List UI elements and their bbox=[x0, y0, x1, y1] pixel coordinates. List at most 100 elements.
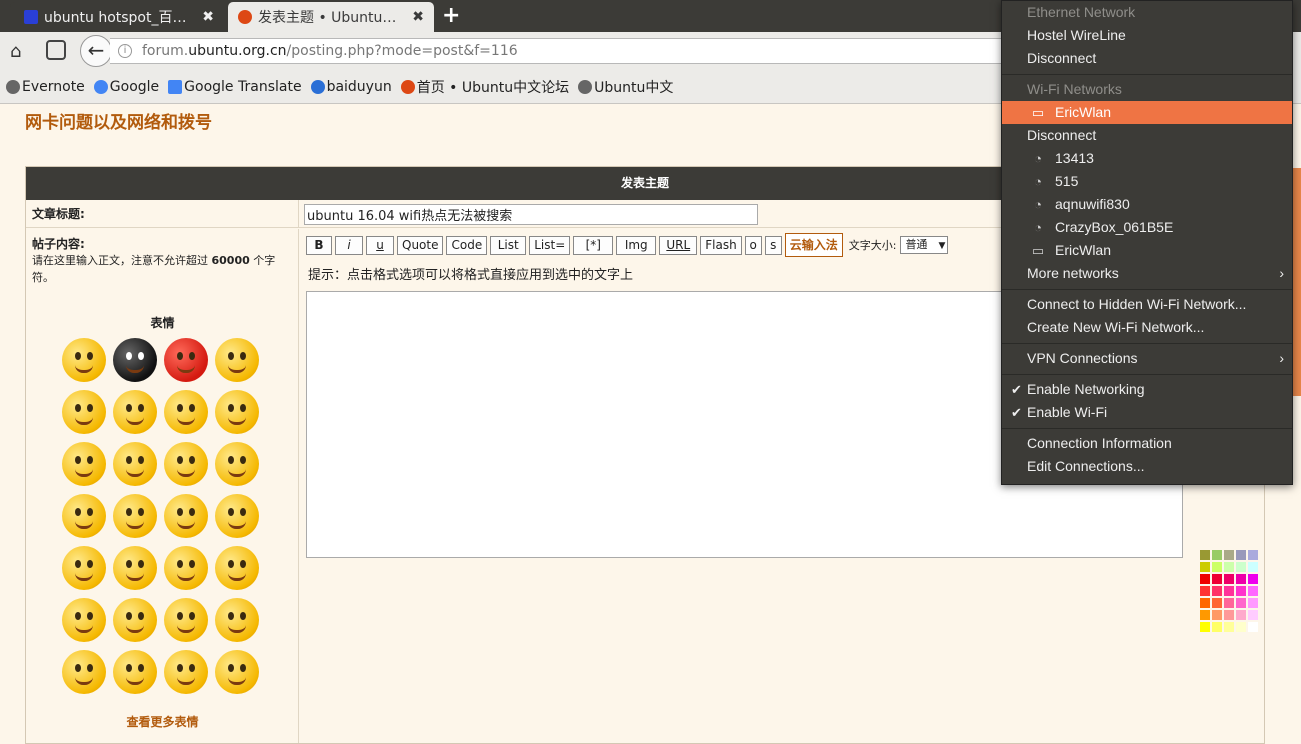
wifi-network-item[interactable]: ◔ CrazyBox_061B5E bbox=[1002, 216, 1292, 239]
color-swatch[interactable] bbox=[1223, 609, 1235, 621]
italic-button[interactable]: i bbox=[335, 235, 363, 255]
color-swatch[interactable] bbox=[1199, 621, 1211, 633]
url-bar[interactable]: i forum. ubuntu.org.cn/posting.php?mode=p… bbox=[110, 38, 1010, 64]
bookmark-baiduyun[interactable]: baiduyun bbox=[310, 79, 392, 95]
color-swatch[interactable] bbox=[1235, 621, 1247, 633]
color-swatch[interactable] bbox=[1235, 585, 1247, 597]
home-icon[interactable]: ⌂ bbox=[10, 41, 21, 62]
color-swatch[interactable] bbox=[1211, 597, 1223, 609]
smiley-icon[interactable] bbox=[113, 494, 157, 538]
o-button[interactable]: o bbox=[744, 235, 762, 255]
font-size-select[interactable]: 普通 ▼ bbox=[900, 236, 949, 254]
subject-input[interactable] bbox=[304, 204, 758, 225]
color-swatch[interactable] bbox=[1223, 621, 1235, 633]
image-button[interactable]: Img bbox=[616, 235, 657, 255]
color-swatch[interactable] bbox=[1223, 549, 1235, 561]
smiley-icon[interactable] bbox=[164, 494, 208, 538]
color-swatch[interactable] bbox=[1247, 585, 1259, 597]
smiley-icon[interactable] bbox=[215, 338, 259, 382]
more-smilies-link[interactable]: 查看更多表情 bbox=[26, 713, 299, 730]
smiley-icon[interactable] bbox=[113, 442, 157, 486]
color-swatch[interactable] bbox=[1211, 573, 1223, 585]
strike-button[interactable]: s bbox=[764, 235, 782, 255]
color-swatch[interactable] bbox=[1223, 585, 1235, 597]
smiley-icon[interactable] bbox=[62, 442, 106, 486]
color-swatch[interactable] bbox=[1247, 561, 1259, 573]
color-swatch[interactable] bbox=[1211, 585, 1223, 597]
smiley-icon[interactable] bbox=[113, 598, 157, 642]
more-networks-item[interactable]: More networks › bbox=[1002, 262, 1292, 285]
smiley-icon[interactable] bbox=[62, 494, 106, 538]
color-swatch[interactable] bbox=[1235, 609, 1247, 621]
color-swatch[interactable] bbox=[1223, 573, 1235, 585]
color-swatch[interactable] bbox=[1247, 609, 1259, 621]
ethernet-hostel-wireline[interactable]: Hostel WireLine bbox=[1002, 24, 1292, 47]
list-item-button[interactable]: [*] bbox=[573, 235, 614, 255]
wifi-network-item[interactable]: ◔ 515 bbox=[1002, 170, 1292, 193]
color-swatch[interactable] bbox=[1199, 561, 1211, 573]
smiley-icon[interactable] bbox=[113, 390, 157, 434]
smiley-icon[interactable] bbox=[62, 650, 106, 694]
tab-posting[interactable]: 发表主题 • Ubuntu… ✖ bbox=[228, 2, 434, 32]
smiley-icon[interactable] bbox=[164, 546, 208, 590]
enable-networking-item[interactable]: ✔ Enable Networking bbox=[1002, 378, 1292, 401]
wifi-disconnect[interactable]: Disconnect bbox=[1002, 124, 1292, 147]
color-swatch[interactable] bbox=[1235, 549, 1247, 561]
extension-icon[interactable] bbox=[46, 40, 66, 60]
smiley-icon[interactable] bbox=[164, 338, 208, 382]
connection-information-item[interactable]: Connection Information bbox=[1002, 432, 1292, 455]
ordered-list-button[interactable]: List= bbox=[529, 235, 571, 255]
color-swatch[interactable] bbox=[1211, 561, 1223, 573]
scrollbar[interactable] bbox=[1293, 168, 1301, 396]
create-wifi-item[interactable]: Create New Wi-Fi Network... bbox=[1002, 316, 1292, 339]
color-swatch[interactable] bbox=[1235, 573, 1247, 585]
bold-button[interactable]: B bbox=[306, 235, 332, 255]
color-swatch[interactable] bbox=[1235, 561, 1247, 573]
color-swatch[interactable] bbox=[1247, 621, 1259, 633]
color-swatch[interactable] bbox=[1199, 585, 1211, 597]
tab-ubuntu-hotspot[interactable]: ubuntu hotspot_百… ✖ bbox=[10, 2, 224, 32]
smiley-icon[interactable] bbox=[62, 598, 106, 642]
wifi-connected-ericwlan[interactable]: ▭ EricWlan bbox=[1002, 101, 1292, 124]
bookmark-google-translate[interactable]: Google Translate bbox=[168, 79, 302, 95]
color-swatch[interactable] bbox=[1199, 573, 1211, 585]
wifi-network-item[interactable]: ◔ 13413 bbox=[1002, 147, 1292, 170]
color-swatch[interactable] bbox=[1199, 609, 1211, 621]
smiley-icon[interactable] bbox=[215, 494, 259, 538]
back-button[interactable]: ← bbox=[80, 35, 112, 67]
smiley-icon[interactable] bbox=[164, 442, 208, 486]
bookmark-ubuntu-cn[interactable]: Ubuntu中文 bbox=[578, 77, 673, 97]
color-swatch[interactable] bbox=[1223, 597, 1235, 609]
forum-section-title[interactable]: 网卡问题以及网络和拨号 bbox=[25, 108, 212, 133]
bookmark-ubuntu-forum[interactable]: 首页 • Ubuntu中文论坛 bbox=[400, 77, 569, 97]
bookmark-google[interactable]: Google bbox=[93, 79, 159, 95]
bookmark-evernote[interactable]: Evernote bbox=[6, 79, 85, 95]
color-swatch[interactable] bbox=[1199, 597, 1211, 609]
smiley-icon[interactable] bbox=[62, 338, 106, 382]
color-swatch[interactable] bbox=[1247, 549, 1259, 561]
smiley-icon[interactable] bbox=[164, 650, 208, 694]
smiley-icon[interactable] bbox=[215, 598, 259, 642]
close-icon[interactable]: ✖ bbox=[202, 9, 214, 25]
code-button[interactable]: Code bbox=[446, 235, 488, 255]
close-icon[interactable]: ✖ bbox=[412, 9, 424, 25]
color-swatch[interactable] bbox=[1211, 549, 1223, 561]
smiley-icon[interactable] bbox=[62, 390, 106, 434]
smiley-icon[interactable] bbox=[215, 390, 259, 434]
color-swatch[interactable] bbox=[1211, 609, 1223, 621]
color-swatch[interactable] bbox=[1211, 621, 1223, 633]
quote-button[interactable]: Quote bbox=[397, 235, 444, 255]
smiley-icon[interactable] bbox=[113, 650, 157, 694]
flash-button[interactable]: Flash bbox=[700, 235, 742, 255]
ethernet-disconnect[interactable]: Disconnect bbox=[1002, 47, 1292, 70]
edit-connections-item[interactable]: Edit Connections... bbox=[1002, 455, 1292, 478]
smiley-icon[interactable] bbox=[164, 390, 208, 434]
smiley-icon[interactable] bbox=[215, 546, 259, 590]
info-icon[interactable]: i bbox=[118, 44, 132, 58]
smiley-icon[interactable] bbox=[62, 546, 106, 590]
wifi-network-item[interactable]: ◔ aqnuwifi830 bbox=[1002, 193, 1292, 216]
new-tab-button[interactable]: + bbox=[442, 3, 460, 28]
smiley-icon[interactable] bbox=[215, 650, 259, 694]
cloud-ime-button[interactable]: 云输入法 bbox=[784, 233, 843, 257]
url-button[interactable]: URL bbox=[659, 235, 698, 255]
